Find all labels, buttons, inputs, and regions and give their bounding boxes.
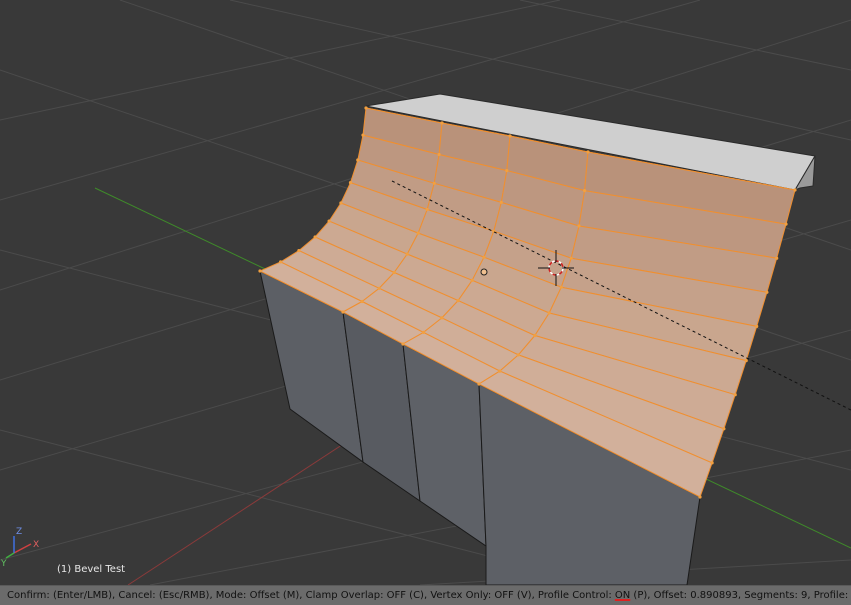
mesh-vertex[interactable] [425,207,429,212]
profile-control-state: ON [614,590,631,601]
mesh-vertex[interactable] [765,290,769,294]
axis-y-label: Y [0,559,7,569]
mesh-vertex[interactable] [297,249,301,253]
mesh-vertex[interactable] [437,152,441,157]
mesh-vertex[interactable] [364,106,368,110]
mesh-vertex[interactable] [421,330,426,334]
mesh-vertex[interactable] [547,311,551,315]
mesh-vertex[interactable] [405,252,409,256]
3d-viewport[interactable]: Z X Y (1) Bevel Test [0,0,851,585]
mesh-vertex[interactable] [577,224,581,228]
mesh-vertex[interactable] [482,255,486,259]
mesh-vertex[interactable] [258,269,262,273]
mesh-vertex[interactable] [327,219,331,223]
mesh-vertex[interactable] [339,201,343,205]
active-object-label: (1) Bevel Test [57,564,126,575]
mesh-vertex[interactable] [505,169,509,173]
mesh-vertex[interactable] [440,121,444,125]
mesh-vertex[interactable] [710,461,714,465]
mesh-vertex[interactable] [583,189,587,193]
mesh-vertex[interactable] [401,342,405,346]
mesh-vertex[interactable] [784,222,788,226]
grid-line [519,0,851,71]
mesh-vertex[interactable] [341,310,345,314]
mesh-vertex[interactable] [432,181,436,185]
mesh-vertex[interactable] [440,316,444,320]
mesh-vertex[interactable] [559,285,563,289]
axis-gizmo: Z X Y [0,527,39,569]
mesh-vertex[interactable] [508,134,512,138]
mesh-vertex[interactable] [586,150,590,154]
axis-x-label: X [33,540,39,550]
mesh-vertex[interactable] [456,299,460,303]
mesh-vertex[interactable] [793,188,797,192]
mesh-vertex[interactable] [470,278,474,282]
mesh-vertex[interactable] [744,359,748,363]
mesh-vertex[interactable] [499,200,503,204]
mesh-vertex[interactable] [477,382,481,386]
mesh-vertex[interactable] [313,235,317,239]
mesh-vertex[interactable] [361,133,365,137]
axis-z-label: Z [16,527,22,537]
mesh-vertex[interactable] [360,299,364,304]
mesh-vertex[interactable] [279,260,283,264]
mesh-vertex[interactable] [516,353,521,357]
mesh-vertex[interactable] [356,158,360,162]
mesh-vertex[interactable] [416,231,420,235]
mesh-vertex[interactable] [698,495,702,499]
mesh-vertex[interactable] [569,256,573,260]
operator-status-text: Confirm: (Enter/LMB), Cancel: (Esc/RMB),… [7,590,615,601]
mesh-vertex[interactable] [392,270,396,275]
header-status-bar: Confirm: (Enter/LMB), Cancel: (Esc/RMB),… [0,585,851,605]
mesh-vertex[interactable] [775,256,779,260]
mesh-vertex[interactable] [348,181,353,185]
mesh-vertex[interactable] [498,369,502,373]
mesh-vertex[interactable] [722,427,726,431]
object-origin [480,268,488,276]
mesh-vertex[interactable] [755,324,759,328]
operator-status-values: (P), Offset: 0.890893, Segments: 9, Prof… [633,590,851,601]
mesh-vertex[interactable] [733,393,737,397]
mesh-vertex[interactable] [533,333,537,338]
viewport-scene[interactable]: Z X Y [0,0,851,585]
mesh-vertex[interactable] [377,286,381,290]
